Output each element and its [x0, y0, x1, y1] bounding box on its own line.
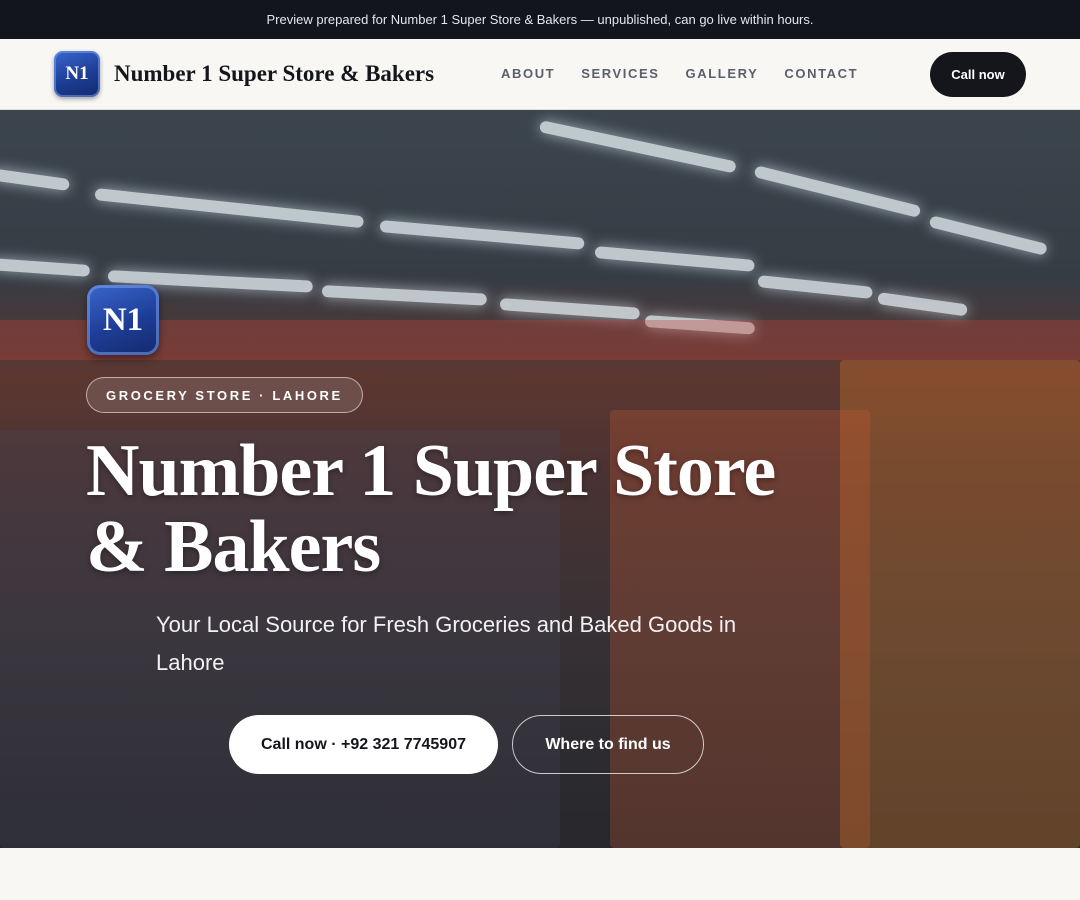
- main-nav: ABOUT SERVICES GALLERY CONTACT: [501, 66, 884, 81]
- logo-badge[interactable]: N1: [54, 51, 100, 97]
- category-badge: GROCERY STORE · LAHORE: [86, 377, 363, 413]
- nav-item-services[interactable]: SERVICES: [581, 66, 659, 81]
- preview-banner-text: Preview prepared for Number 1 Super Stor…: [266, 12, 814, 27]
- nav-item-contact[interactable]: CONTACT: [784, 66, 858, 81]
- call-now-button[interactable]: Call now · +92 321 7745907: [229, 715, 498, 774]
- hero-section: N1 GROCERY STORE · LAHORE Number 1 Super…: [0, 110, 1080, 848]
- hero-logo-text: N1: [102, 301, 144, 338]
- where-to-find-us-button[interactable]: Where to find us: [512, 715, 704, 774]
- hero-title: Number 1 Super Store & Bakers: [86, 430, 776, 588]
- nav-item-gallery[interactable]: GALLERY: [686, 66, 759, 81]
- hero-content: N1 GROCERY STORE · LAHORE Number 1 Super…: [0, 110, 1080, 848]
- header-call-button[interactable]: Call now: [930, 52, 1026, 97]
- preview-banner: Preview prepared for Number 1 Super Stor…: [0, 0, 1080, 39]
- site-header: N1 Number 1 Super Store & Bakers ABOUT S…: [0, 39, 1080, 110]
- nav-item-about[interactable]: ABOUT: [501, 66, 555, 81]
- hero-subtitle: Your Local Source for Fresh Groceries an…: [156, 612, 737, 675]
- brand-name[interactable]: Number 1 Super Store & Bakers: [114, 61, 434, 87]
- logo-text: N1: [65, 63, 89, 84]
- hero-logo-badge: N1: [87, 285, 159, 355]
